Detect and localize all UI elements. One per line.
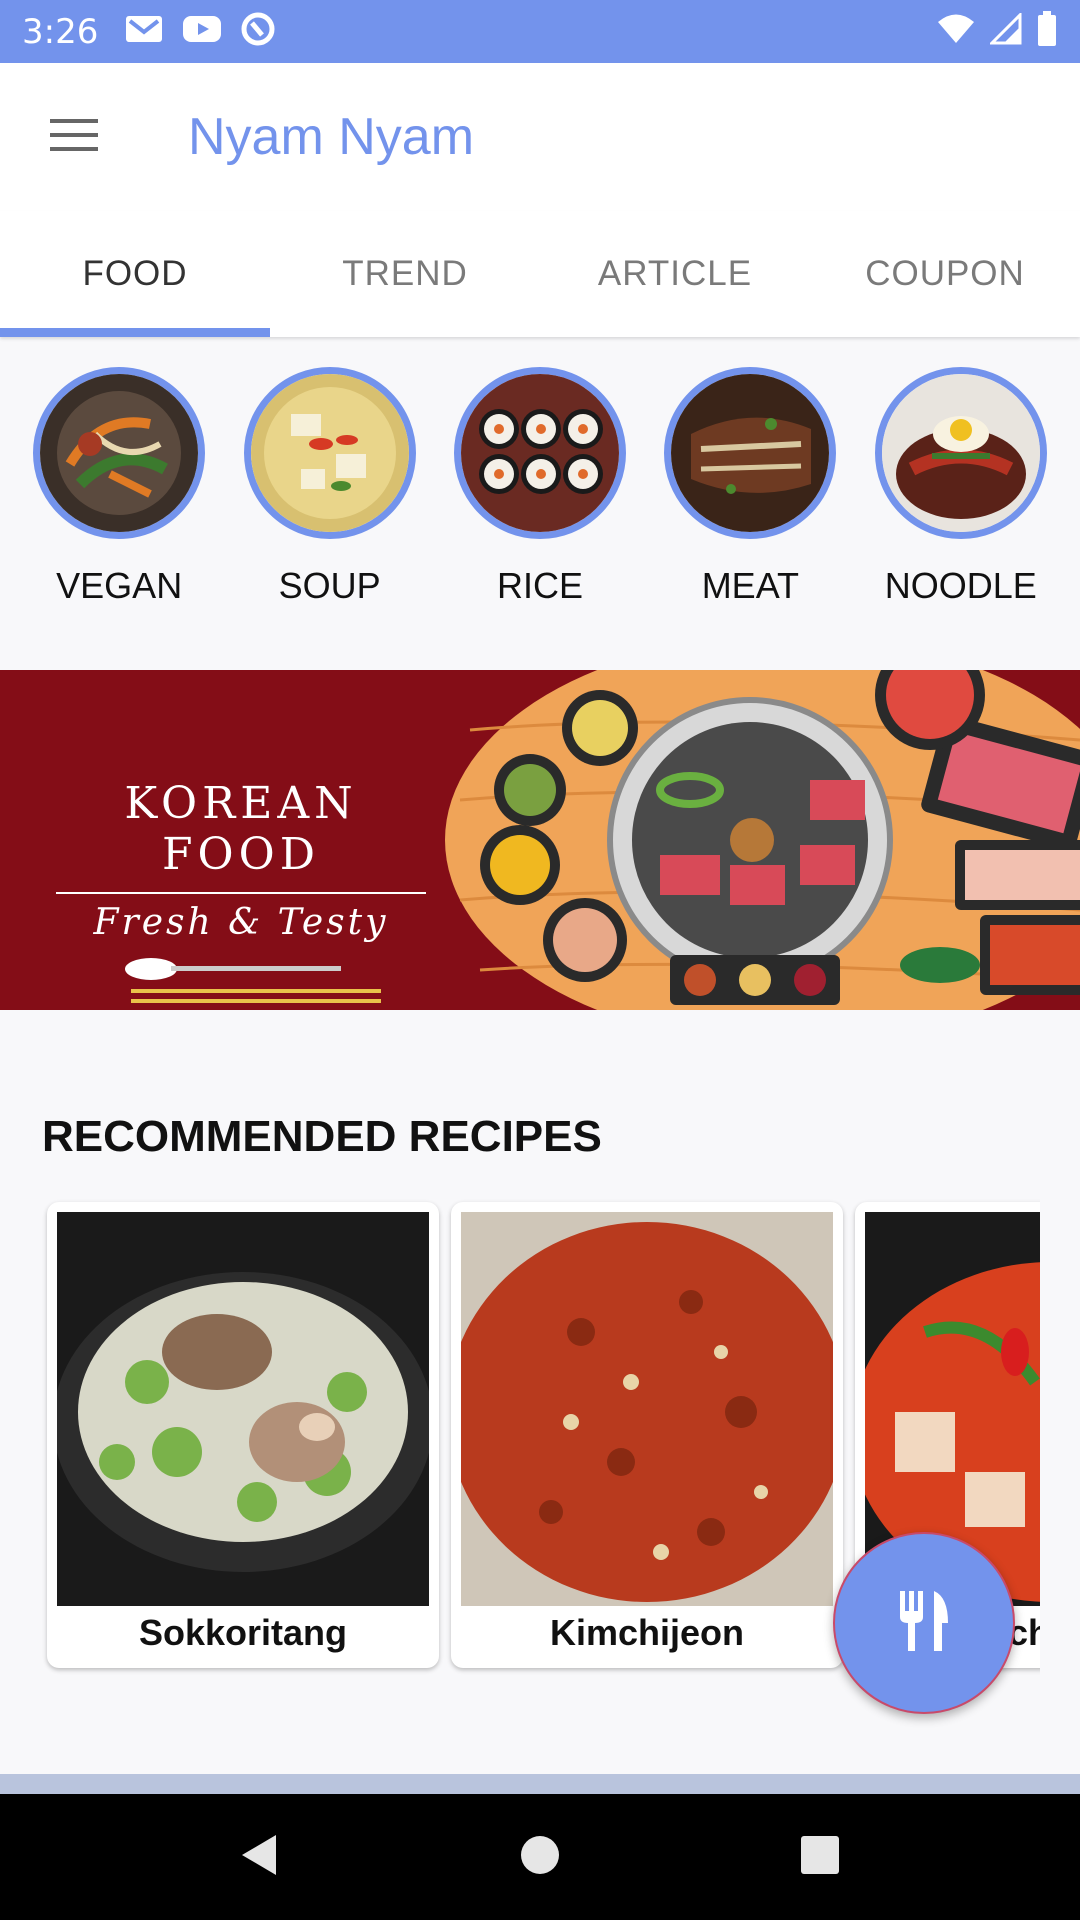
- signal-icon: [988, 11, 1022, 50]
- promo-banner[interactable]: KOREAN FOOD Fresh & Testy: [0, 670, 1080, 1010]
- fork-knife-icon: [896, 1589, 952, 1658]
- status-system: [936, 11, 1058, 52]
- category-label: SOUP: [278, 565, 381, 606]
- system-nav-bar: [0, 1794, 1080, 1920]
- recents-icon: [800, 1835, 840, 1880]
- sokkoritang-image: [57, 1212, 429, 1606]
- tab-coupon[interactable]: COUPON: [810, 211, 1080, 337]
- category-list: VEGAN SOUP RICE MEAT NOODLE: [0, 337, 1080, 670]
- status-time: 3:26: [22, 11, 99, 52]
- tab-food[interactable]: FOOD: [0, 211, 270, 337]
- category-label: MEAT: [701, 565, 800, 606]
- category-vegan[interactable]: VEGAN: [29, 367, 209, 670]
- recents-button[interactable]: [770, 1807, 870, 1907]
- category-rice[interactable]: RICE: [450, 367, 630, 670]
- noodle-image: [874, 367, 1047, 539]
- banner-subtitle: Fresh & Testy: [93, 902, 389, 943]
- sync-icon: [240, 11, 276, 52]
- soup-image: [243, 367, 416, 539]
- recipe-card-sokkoritang[interactable]: Sokkoritang: [47, 1202, 439, 1668]
- back-button[interactable]: [210, 1807, 310, 1907]
- recommended-heading: RECOMMENDED RECIPES: [42, 1112, 602, 1161]
- category-label: NOODLE: [884, 565, 1037, 606]
- app-bar: Nyam Nyam: [0, 63, 1080, 211]
- hamburger-menu-icon: [48, 115, 100, 160]
- app-title: Nyam Nyam: [188, 108, 475, 166]
- meat-image: [664, 367, 837, 539]
- tab-trend[interactable]: TREND: [270, 211, 540, 337]
- category-noodle[interactable]: NOODLE: [871, 367, 1051, 670]
- vegan-image: [33, 367, 206, 539]
- battery-icon: [1036, 11, 1058, 52]
- gmail-icon: [124, 13, 164, 50]
- category-meat[interactable]: MEAT: [660, 367, 840, 670]
- tab-bar: FOOD TREND ARTICLE COUPON: [0, 211, 1080, 337]
- kimchijeon-image: [461, 1212, 833, 1606]
- recipe-card-kimchijeon[interactable]: Kimchijeon: [451, 1202, 843, 1668]
- category-label: RICE: [496, 565, 583, 606]
- wifi-icon: [936, 13, 976, 50]
- recipe-title: Kimchijeon: [549, 1612, 745, 1653]
- category-soup[interactable]: SOUP: [240, 367, 420, 670]
- banner-text: KOREAN FOOD Fresh & Testy: [56, 778, 426, 1010]
- recipes-fab[interactable]: [833, 1532, 1015, 1714]
- banner-divider: [56, 892, 426, 894]
- back-icon: [240, 1833, 280, 1882]
- home-icon: [520, 1835, 560, 1880]
- home-button[interactable]: [490, 1807, 590, 1907]
- category-label: VEGAN: [56, 565, 183, 606]
- bottom-strip: [0, 1774, 1080, 1794]
- recipe-title: Sokkoritang: [138, 1612, 348, 1653]
- rice-image: [453, 367, 626, 539]
- youtube-icon: [182, 14, 222, 49]
- status-notifications: [124, 11, 276, 52]
- tab-article[interactable]: ARTICLE: [540, 211, 810, 337]
- menu-button[interactable]: [24, 87, 124, 187]
- banner-title: KOREAN FOOD: [124, 778, 358, 880]
- status-bar: 3:26: [0, 0, 1080, 63]
- spoon-chopsticks-icon: [125, 958, 381, 1003]
